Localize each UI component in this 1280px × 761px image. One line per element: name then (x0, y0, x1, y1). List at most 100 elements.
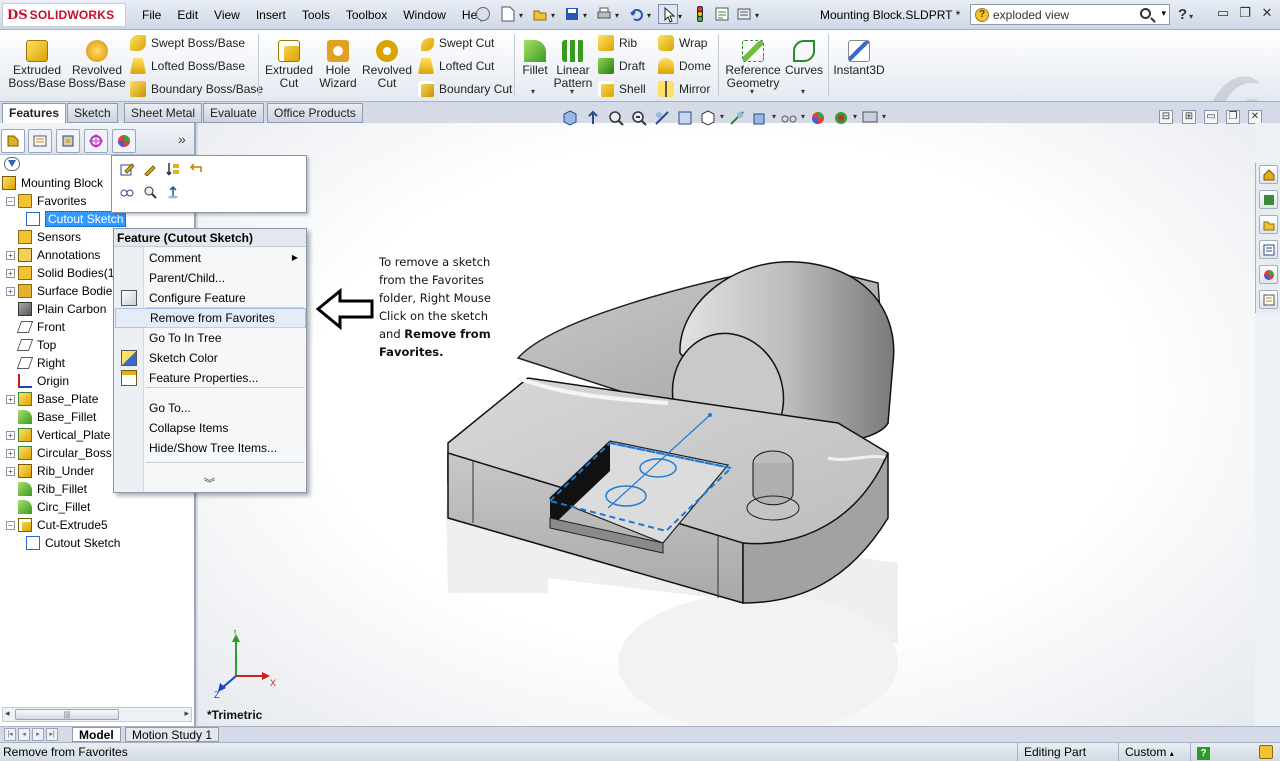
expand-icon[interactable]: + (6, 394, 15, 404)
extruded-boss-button[interactable]: Extruded Boss/Base (4, 34, 70, 90)
display-manager-tab[interactable] (112, 129, 136, 153)
scroll-left-icon[interactable]: ◂ (5, 708, 10, 719)
revolved-boss-button[interactable]: Revolved Boss/Base (66, 34, 128, 90)
tab-model[interactable]: Model (72, 727, 121, 742)
tab-motion-study-1[interactable]: Motion Study 1 (125, 727, 220, 742)
instant3d-button[interactable]: Instant3D (832, 34, 886, 77)
section-view-button[interactable] (654, 110, 670, 126)
collapse-icon[interactable]: − (6, 196, 15, 206)
pin-menu-icon[interactable] (476, 7, 490, 21)
menu-toolbox[interactable]: Toolbox (338, 7, 395, 23)
expand-icon[interactable]: + (6, 250, 15, 260)
custom-properties-tab[interactable] (1259, 290, 1278, 309)
menu-item-go-to-in-tree[interactable]: Go To In Tree (115, 328, 306, 348)
search-input[interactable] (993, 7, 1133, 22)
swept-cut-button[interactable]: Swept Cut (418, 33, 494, 53)
collapse-icon[interactable]: − (6, 520, 15, 530)
design-library-tab[interactable] (1259, 190, 1278, 209)
units-selector[interactable]: Custom ▴ (1118, 743, 1188, 761)
viewport-minimize-button[interactable]: ▭ (1204, 110, 1218, 124)
tab-evaluate[interactable]: Evaluate (203, 103, 264, 123)
menu-item-feature-properties[interactable]: Feature Properties... (115, 368, 306, 388)
menu-item-remove-from-favorites[interactable]: Remove from Favorites (115, 308, 306, 328)
restore-button[interactable]: ❐ (1237, 6, 1253, 22)
menu-item-parent-child[interactable]: Parent/Child... (115, 268, 306, 288)
boundary-cut-button[interactable]: Boundary Cut (418, 79, 512, 99)
hole-wizard-button[interactable]: Hole Wizard (316, 34, 360, 90)
linear-pattern-button[interactable]: Linear Pattern (552, 34, 594, 90)
menu-item-sketch-color[interactable]: Sketch Color (115, 348, 306, 368)
monitor-button[interactable] (862, 110, 886, 126)
boundary-boss-button[interactable]: Boundary Boss/Base (130, 79, 263, 99)
tree-horizontal-scrollbar[interactable]: ◂ ||| ▸ (2, 707, 192, 722)
feature-manager-tab[interactable] (1, 129, 25, 153)
filter-icon[interactable] (4, 157, 20, 171)
fillet-dropdown-icon[interactable]: ▾ (531, 87, 535, 96)
expand-icon[interactable]: + (6, 286, 15, 296)
open-button[interactable]: ▾ (530, 4, 555, 24)
scrollbar-thumb[interactable]: ||| (15, 709, 119, 720)
rollback-button[interactable] (164, 160, 182, 178)
curves-dropdown-icon[interactable]: ▾ (801, 87, 805, 96)
menu-item-hide-show-tree-items[interactable]: Hide/Show Tree Items... (115, 438, 306, 458)
view-orientation-button[interactable] (677, 110, 693, 126)
expand-icon[interactable]: + (6, 448, 15, 458)
tile-vertical-button[interactable]: ⊞ (1182, 110, 1196, 124)
solidworks-logo[interactable]: DS SOLIDWORKS (2, 3, 126, 27)
wrap-button[interactable]: Wrap (658, 33, 707, 53)
viewport-close-button[interactable]: ✕ (1248, 110, 1262, 124)
expand-icon[interactable]: + (6, 268, 15, 278)
dome-button[interactable]: Dome (658, 56, 711, 76)
zoom-area-button[interactable] (608, 110, 624, 126)
zoom-to-selection-button[interactable] (141, 183, 159, 201)
search-box[interactable]: ? ▾ (970, 4, 1170, 25)
tree-item[interactable]: − Cut-Extrude5 (0, 516, 194, 534)
rebuild-button[interactable] (690, 4, 710, 24)
last-tab-icon[interactable]: ▸| (46, 728, 58, 741)
file-properties-button[interactable] (712, 4, 732, 24)
zoom-in-out-button[interactable] (631, 110, 647, 126)
normal-to-button[interactable] (585, 110, 601, 126)
first-tab-icon[interactable]: |◂ (4, 728, 16, 741)
edit-sketch-button[interactable] (118, 160, 136, 178)
curves-button[interactable]: Curves (784, 34, 824, 77)
expand-menu-chevron-icon[interactable]: ︾ (204, 475, 215, 491)
select-button[interactable]: ▾ (658, 4, 682, 24)
zoom-to-fit-button[interactable] (562, 110, 578, 126)
menu-item-collapse-items[interactable]: Collapse Items (115, 418, 306, 438)
edit-feature-button[interactable] (141, 160, 159, 178)
tab-office-products[interactable]: Office Products (267, 103, 363, 123)
menu-window[interactable]: Window (395, 7, 454, 23)
undo-flyout-button[interactable] (187, 160, 205, 178)
rib-button[interactable]: Rib (598, 33, 637, 53)
lofted-boss-button[interactable]: Lofted Boss/Base (130, 56, 245, 76)
tree-item[interactable]: Cutout Sketch (0, 534, 194, 552)
minimize-button[interactable]: ▭ (1215, 6, 1231, 22)
linear-pattern-dropdown-icon[interactable]: ▾ (570, 87, 574, 96)
previous-tab-icon[interactable]: ◂ (18, 728, 30, 741)
lofted-cut-button[interactable]: Lofted Cut (418, 56, 494, 76)
normal-to-flyout-button[interactable] (164, 183, 182, 201)
property-manager-tab[interactable] (28, 129, 52, 153)
close-button[interactable]: ✕ (1259, 6, 1275, 22)
reference-geometry-dropdown-icon[interactable]: ▾ (750, 87, 754, 96)
expand-icon[interactable]: + (6, 466, 15, 476)
tab-sheet-metal[interactable]: Sheet Metal (124, 103, 203, 123)
undo-button[interactable]: ▾ (626, 4, 651, 24)
quick-tips-button[interactable]: ? (1190, 743, 1250, 761)
tab-sketch[interactable]: Sketch (67, 103, 118, 123)
menu-file[interactable]: File (134, 7, 169, 23)
display-style-button[interactable] (700, 110, 724, 126)
configuration-manager-tab[interactable] (56, 129, 80, 153)
menu-edit[interactable]: Edit (169, 7, 206, 23)
fillet-button[interactable]: Fillet (518, 34, 552, 77)
tab-features[interactable]: Features (2, 103, 67, 124)
search-dropdown-icon[interactable]: ▾ (1161, 8, 1166, 19)
mirror-button[interactable]: Mirror (658, 79, 710, 99)
file-explorer-tab[interactable] (1259, 215, 1278, 234)
hide-show-items-button[interactable] (729, 110, 745, 126)
apply-scene-button[interactable] (781, 110, 805, 126)
view-settings-button[interactable] (810, 110, 826, 126)
draft-button[interactable]: Draft (598, 56, 645, 76)
render-tools-button[interactable] (833, 110, 857, 126)
